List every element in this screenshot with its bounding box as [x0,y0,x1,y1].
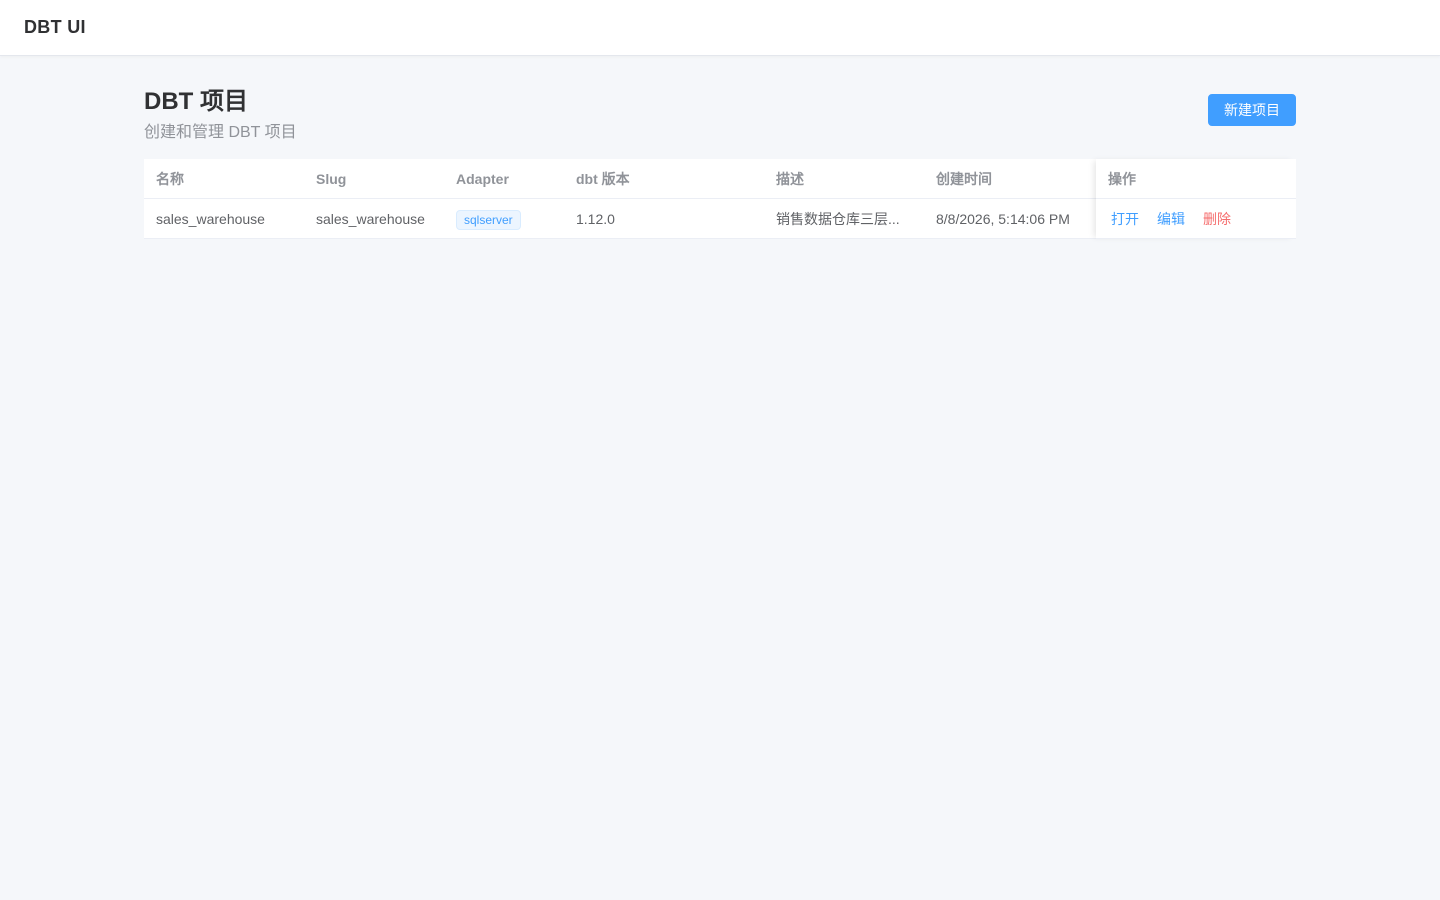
actions-fixed-column: 操作 打开 编辑 删除 [1096,159,1296,239]
top-navigation-bar: DBT UI [0,0,1440,56]
adapter-tag: sqlserver [456,210,521,231]
cell-project-name: sales_warehouse [156,211,265,227]
cell-adapter: sqlserver [456,199,564,239]
edit-project-button[interactable]: 编辑 [1157,210,1185,228]
cell-created-time: 8/8/2026, 5:14:06 PM [936,211,1070,227]
column-header-actions: 操作 [1108,171,1136,187]
actions-cell: 打开 编辑 删除 [1096,199,1296,239]
cell-project-slug: sales_warehouse [316,211,425,227]
column-header-slug[interactable]: Slug [316,159,444,199]
column-header-adapter[interactable]: Adapter [456,159,564,199]
projects-table: 名称 Slug Adapter dbt 版本 描述 创建时间 sales_war… [144,159,1296,239]
actions-header-cell: 操作 [1096,159,1296,199]
column-header-dbt-version[interactable]: dbt 版本 [576,159,764,199]
page-subtitle: 创建和管理 DBT 项目 [144,124,297,141]
cell-description: 销售数据仓库三层... [776,211,900,227]
open-project-button[interactable]: 打开 [1111,210,1139,228]
app-title: DBT UI [24,17,86,37]
new-project-button[interactable]: 新建项目 [1208,94,1296,126]
page-title: DBT 项目 [144,88,248,115]
column-header-description[interactable]: 描述 [776,159,904,199]
column-header-created-time[interactable]: 创建时间 [936,159,1086,199]
delete-project-button[interactable]: 删除 [1203,210,1231,228]
cell-dbt-version: 1.12.0 [576,211,615,227]
column-header-name[interactable]: 名称 [156,159,304,199]
